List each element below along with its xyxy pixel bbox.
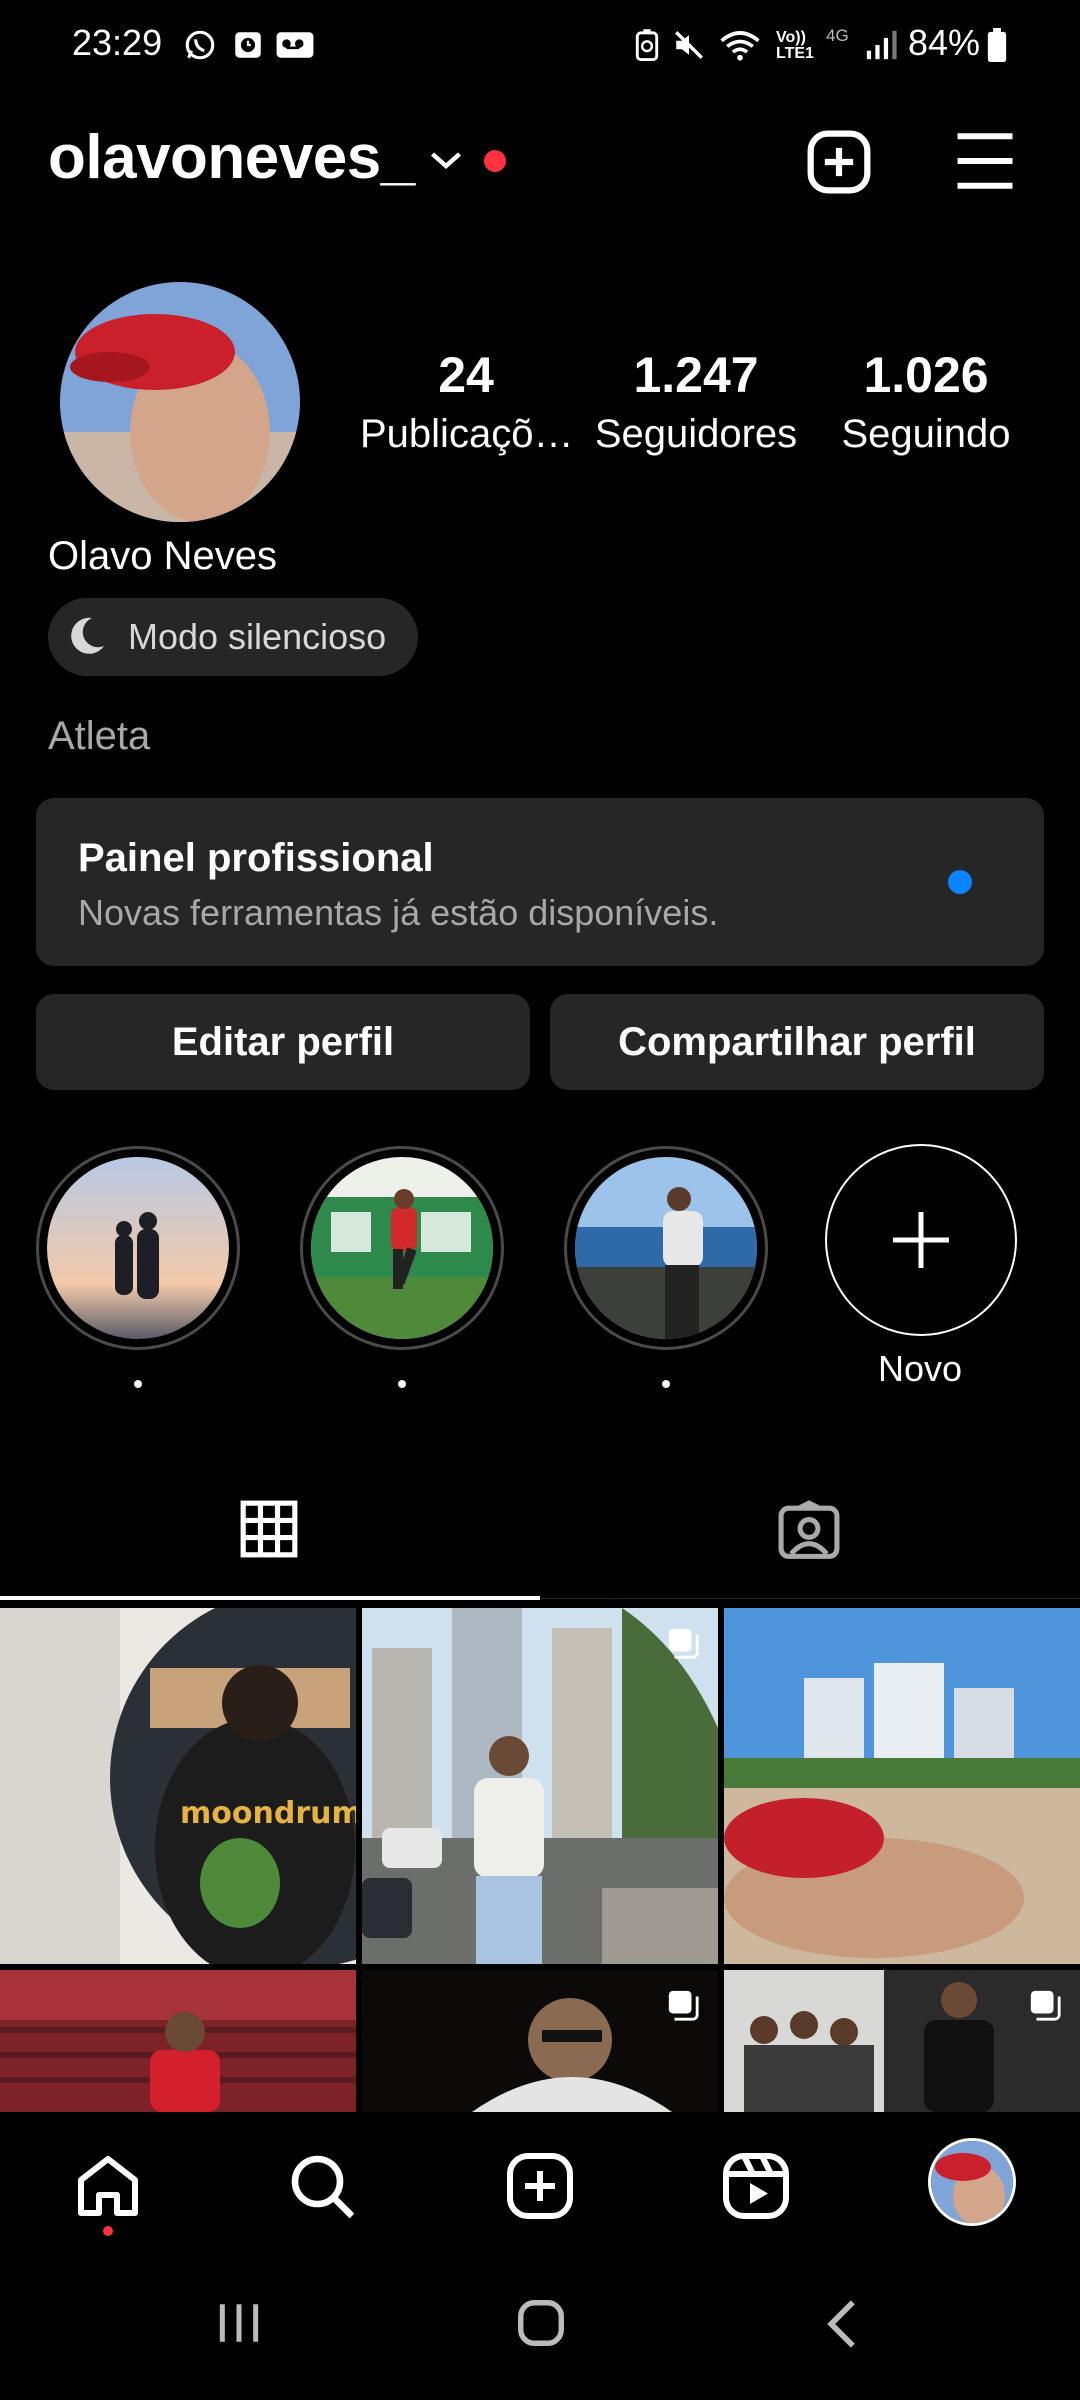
professional-dashboard-card[interactable]: [36, 798, 1044, 966]
battery-icon: [987, 28, 1007, 62]
category-label: Atleta: [48, 714, 151, 758]
story-highlight[interactable]: [564, 1146, 768, 1350]
notification-dot: [484, 150, 506, 172]
post-thumbnail[interactable]: [724, 1970, 1080, 2112]
search-icon[interactable]: [286, 2150, 358, 2222]
menu-icon[interactable]: [950, 128, 1020, 194]
stat-posts[interactable]: 24 Publicaçõ…: [360, 346, 574, 457]
active-tab-indicator: [0, 1596, 540, 1600]
stat-following[interactable]: 1.026 Seguindo: [820, 346, 1032, 457]
post-thumbnail[interactable]: [362, 1608, 718, 1964]
create-icon[interactable]: [504, 2150, 576, 2222]
pro-panel-title: Painel profissional: [78, 836, 434, 880]
volte-label: Vo)) LTE1: [776, 30, 814, 62]
post-thumbnail[interactable]: moondrum: [0, 1608, 356, 1964]
chevron-down-icon[interactable]: [428, 146, 464, 174]
stat-posts-label: Publicaçõ…: [360, 412, 574, 456]
recents-icon[interactable]: [214, 2298, 264, 2348]
grid-icon: [240, 1500, 298, 1558]
post-photo-2: [362, 1608, 718, 1964]
status-time: 23:29: [72, 22, 163, 63]
home-icon[interactable]: [72, 2150, 144, 2222]
tab-tagged[interactable]: [540, 1480, 1080, 1600]
plus-icon: [893, 1212, 949, 1268]
quiet-mode-label: Modo silencioso: [128, 616, 387, 657]
signal-icon: [866, 30, 897, 60]
highlight-thumb: [575, 1157, 757, 1339]
battery-saver-icon: [635, 29, 659, 62]
highlight-thumb: [47, 1157, 229, 1339]
home-notification-dot: [103, 2226, 113, 2236]
highlight-dot: [662, 1380, 670, 1388]
wifi-icon: [720, 31, 760, 61]
profile-avatar[interactable]: [60, 282, 300, 522]
tagged-icon: [778, 1500, 840, 1559]
stat-following-value: 1.026: [863, 347, 989, 403]
tab-posts-grid[interactable]: [0, 1480, 540, 1600]
new-highlight-button[interactable]: [825, 1144, 1017, 1336]
whatsapp-icon: [185, 30, 215, 60]
highlight-photo-2: [311, 1157, 493, 1339]
story-highlight[interactable]: [36, 1146, 240, 1350]
battery-percent: 84%: [908, 22, 981, 63]
post-photo-6: [724, 1970, 1080, 2112]
stat-following-label: Seguindo: [841, 412, 1011, 456]
stat-followers-value: 1.247: [633, 347, 759, 403]
svg-text:moondrum: moondrum: [180, 1796, 356, 1831]
profile-tab-avatar[interactable]: [928, 2138, 1016, 2226]
username-switcher[interactable]: olavoneves_: [48, 122, 415, 193]
mute-icon: [675, 31, 703, 59]
stat-followers-label: Seguidores: [594, 412, 798, 456]
nav-avatar-photo: [931, 2141, 1013, 2223]
carousel-icon: [1030, 1990, 1061, 2021]
post-thumbnail[interactable]: [724, 1608, 1080, 1964]
edit-profile-button[interactable]: Editar perfil: [36, 994, 530, 1090]
post-photo-1: moondrum: [0, 1608, 356, 1964]
highlight-photo-3: [575, 1157, 757, 1339]
volte-bottom: LTE1: [776, 45, 814, 62]
moon-icon: [71, 617, 104, 654]
reels-icon[interactable]: [720, 2150, 792, 2222]
voicemail-icon: [276, 32, 314, 58]
display-name: Olavo Neves: [48, 534, 277, 578]
stat-followers[interactable]: 1.247 Seguidores: [586, 346, 806, 457]
tabs-divider: [540, 1598, 1080, 1599]
story-highlight[interactable]: [300, 1146, 504, 1350]
new-post-icon[interactable]: [805, 128, 873, 196]
post-photo-5: [362, 1970, 718, 2112]
highlight-dot: [134, 1380, 142, 1388]
carousel-icon: [668, 1990, 699, 2021]
post-thumbnail[interactable]: [0, 1970, 356, 2112]
avatar-photo: [60, 282, 300, 522]
volte-top: Vo)): [776, 29, 806, 46]
home-button-icon[interactable]: [514, 2296, 568, 2350]
share-profile-button[interactable]: Compartilhar perfil: [550, 994, 1044, 1090]
post-thumbnail[interactable]: [362, 1970, 718, 2112]
post-photo-3: [724, 1608, 1080, 1964]
back-icon[interactable]: [822, 2298, 862, 2350]
pro-panel-new-dot: [948, 870, 972, 894]
pro-panel-subtitle: Novas ferramentas já estão disponíveis.: [78, 892, 719, 933]
new-highlight-label: Novo: [877, 1348, 963, 1389]
alarm-icon: [235, 32, 261, 58]
post-photo-4: [0, 1970, 356, 2112]
highlight-dot: [398, 1380, 406, 1388]
stat-posts-value: 24: [438, 347, 494, 403]
network-type: 4G: [826, 26, 849, 45]
carousel-icon: [668, 1628, 699, 1659]
highlight-thumb: [311, 1157, 493, 1339]
highlight-photo-1: [47, 1157, 229, 1339]
